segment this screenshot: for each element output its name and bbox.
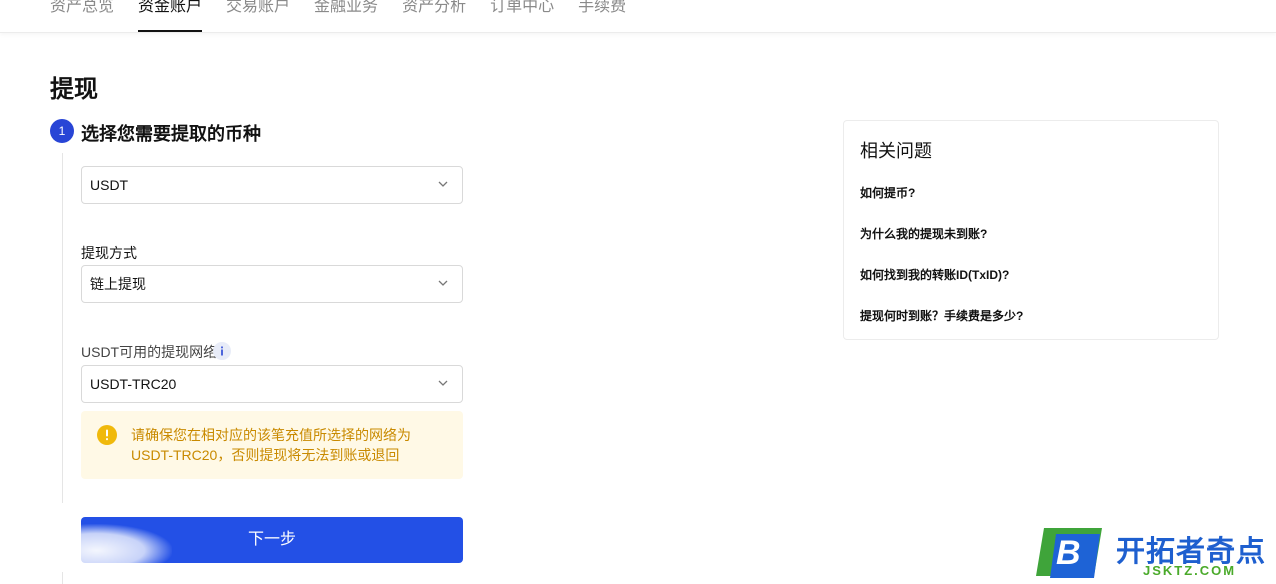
faq-item[interactable]: 提现何时到账？手续费是多少? bbox=[860, 307, 1023, 324]
coin-select-value: USDT bbox=[90, 177, 129, 193]
method-select[interactable]: 链上提现 bbox=[81, 265, 463, 303]
svg-text:B: B bbox=[1056, 534, 1081, 572]
faq-item[interactable]: 为什么我的提现未到账? bbox=[860, 225, 987, 242]
faq-panel: 相关问题 如何提币? 为什么我的提现未到账? 如何找到我的转账ID(TxID)?… bbox=[843, 120, 1219, 340]
top-nav: 资产总览 资金账户 交易账户 金融业务 资产分析 订单中心 手续费 bbox=[0, 0, 1276, 33]
network-select[interactable]: USDT-TRC20 bbox=[81, 365, 463, 403]
nav-tabs: 资产总览 资金账户 交易账户 金融业务 资产分析 订单中心 手续费 bbox=[50, 0, 626, 32]
tab-asset-analysis[interactable]: 资产分析 bbox=[402, 0, 466, 32]
method-select-value: 链上提现 bbox=[90, 276, 146, 292]
page-title: 提现 bbox=[50, 76, 98, 103]
tab-finance[interactable]: 金融业务 bbox=[314, 0, 378, 32]
step-connector-line-bottom bbox=[62, 572, 63, 584]
method-label: 提现方式 bbox=[81, 245, 137, 261]
tab-order-center[interactable]: 订单中心 bbox=[490, 0, 554, 32]
step-title: 选择您需要提取的币种 bbox=[81, 124, 261, 144]
chevron-down-icon bbox=[438, 181, 448, 187]
network-warning: 请确保您在相对应的该笔充值所选择的网络为USDT-TRC20，否则提现将无法到账… bbox=[81, 411, 463, 479]
tab-asset-overview[interactable]: 资产总览 bbox=[50, 0, 114, 32]
watermark-domain: JSKTZ.COM bbox=[1143, 563, 1237, 578]
info-icon[interactable] bbox=[213, 342, 231, 360]
blur-overlay bbox=[46, 524, 172, 572]
tab-trading-account[interactable]: 交易账户 bbox=[226, 0, 290, 32]
step-connector-line bbox=[62, 153, 63, 503]
tab-funding-account[interactable]: 资金账户 bbox=[138, 0, 203, 32]
network-label: USDT可用的提现网络 bbox=[81, 344, 218, 360]
warning-text: 请确保您在相对应的该笔充值所选择的网络为USDT-TRC20，否则提现将无法到账… bbox=[131, 427, 411, 463]
faq-item[interactable]: 如何提币? bbox=[860, 184, 915, 201]
faq-item[interactable]: 如何找到我的转账ID(TxID)? bbox=[860, 266, 1009, 283]
chevron-down-icon bbox=[438, 380, 448, 386]
tab-fees[interactable]: 手续费 bbox=[578, 0, 626, 32]
coin-select[interactable]: USDT bbox=[81, 166, 463, 204]
network-select-value: USDT-TRC20 bbox=[90, 376, 177, 392]
chevron-down-icon bbox=[438, 280, 448, 286]
faq-title: 相关问题 bbox=[860, 141, 932, 161]
warning-icon bbox=[97, 425, 117, 445]
step-number-badge: 1 bbox=[50, 119, 74, 143]
